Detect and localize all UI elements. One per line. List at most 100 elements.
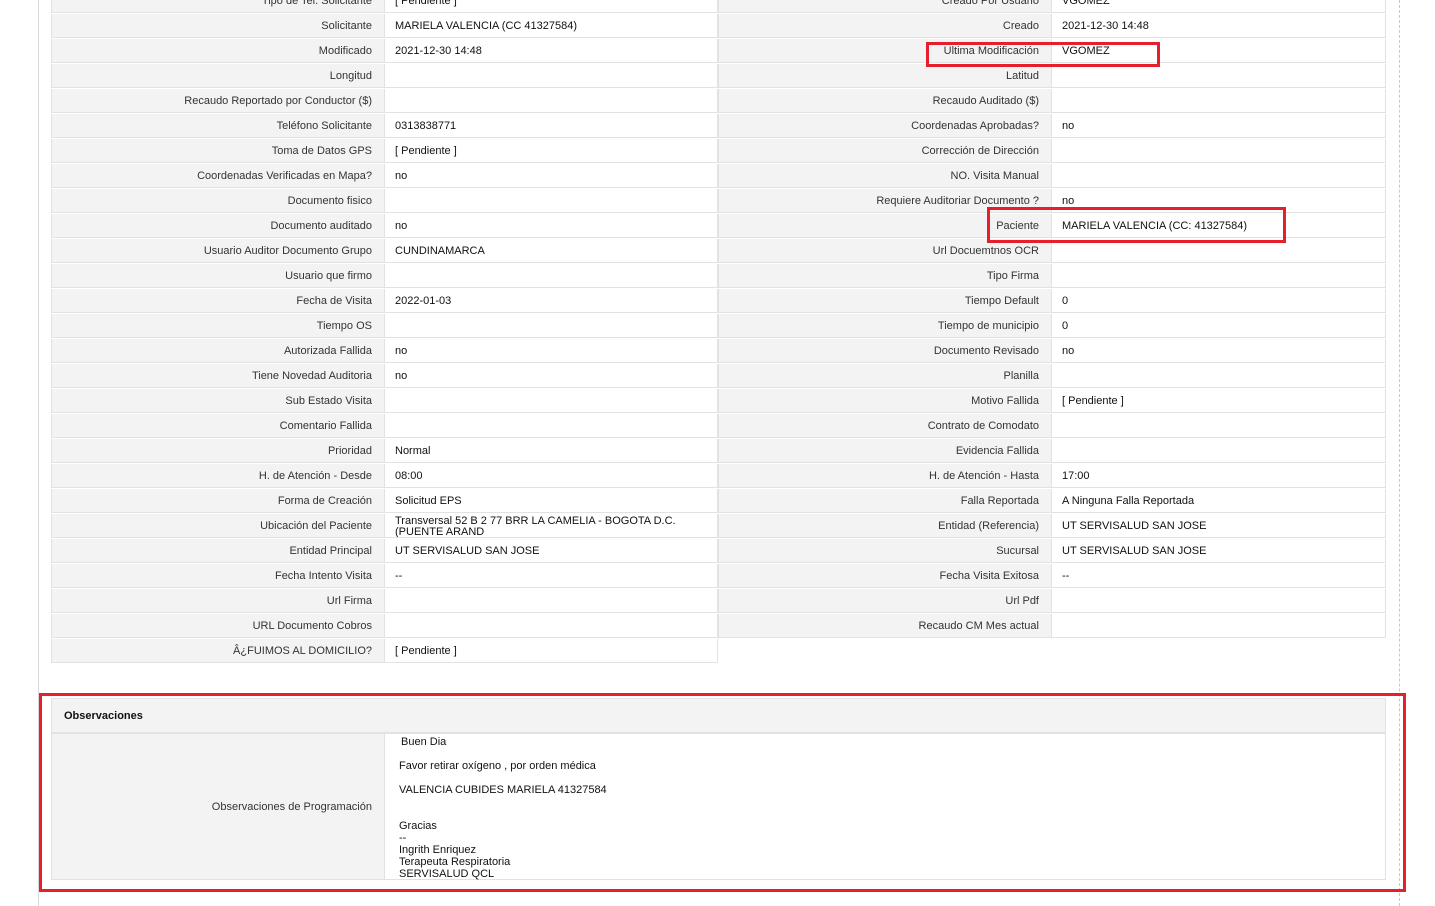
- field-label-modificado: Modificado: [51, 39, 385, 63]
- field-value-entidad-referencia: UT SERVISALUD SAN JOSE: [1052, 514, 1386, 538]
- field-value-modificado: 2021-12-30 14:48: [385, 39, 718, 63]
- table-row: Forma de Creación Solicitud EPS Falla Repo…: [51, 489, 1386, 514]
- field-label-creado-por-usuario: Creado Por Usuario: [718, 0, 1052, 13]
- field-value-h-de-atencio-n-hasta: 17:00: [1052, 464, 1386, 488]
- field-value-entidad-principal: UT SERVISALUD SAN JOSE: [385, 539, 718, 563]
- table-row: Usuario que firmo Tipo Firma: [51, 264, 1386, 289]
- field-value-correccio-n-de-direccio-n: [1052, 139, 1386, 163]
- field-label-planilla: Planilla: [718, 364, 1052, 388]
- field-label-a-fuimos-al-domicilio: Â¿FUIMOS AL DOMICILIO?: [51, 639, 385, 663]
- field-label-tiempo-default: Tiempo Default: [718, 289, 1052, 313]
- field-value-creado-por-usuario: VGOMEZ: [1052, 0, 1386, 13]
- field-label-coordenadas-verificadas-en-mapa: Coordenadas Verificadas en Mapa?: [51, 164, 385, 188]
- field-label-creado: Creado: [718, 14, 1052, 38]
- table-row: Longitud Latitud: [51, 64, 1386, 89]
- field-label-forma-de-creacio-n: Forma de Creación: [51, 489, 385, 513]
- field-value-tele-fono-solicitante: 0313838771: [385, 114, 718, 138]
- field-value-sucursal: UT SERVISALUD SAN JOSE: [1052, 539, 1386, 563]
- field-label-no-visita-manual: NO. Visita Manual: [718, 164, 1052, 188]
- field-value-recaudo-cm-mes-actual: [1052, 614, 1386, 638]
- table-row: Recaudo Reportado por Conductor ($) Recau…: [51, 89, 1386, 114]
- field-label-longitud: Longitud: [51, 64, 385, 88]
- field-label-h-de-atencio-n-desde: H. de Atención - Desde: [51, 464, 385, 488]
- field-label-entidad-principal: Entidad Principal: [51, 539, 385, 563]
- field-label-recaudo-reportado-por-conductor: Recaudo Reportado por Conductor ($): [51, 89, 385, 113]
- field-label-fecha-visita-exitosa: Fecha Visita Exitosa: [718, 564, 1052, 588]
- table-row: Â¿FUIMOS AL DOMICILIO?[ Pendiente ]: [51, 639, 1386, 664]
- field-value-recaudo-auditado: [1052, 89, 1386, 113]
- field-value-usuario-auditor-documento-grupo: CUNDINAMARCA: [385, 239, 718, 263]
- field-value-url-firma: [385, 589, 718, 613]
- field-value-tiempo-os: [385, 314, 718, 338]
- highlight-observaciones: [39, 693, 1406, 892]
- highlight-paciente: [987, 207, 1286, 243]
- field-label-correccio-n-de-direccio-n: Corrección de Dirección: [718, 139, 1052, 163]
- table-row: Entidad Principal UT SERVISALUD SAN JOSE S…: [51, 539, 1386, 564]
- field-label-latitud: Latitud: [718, 64, 1052, 88]
- field-label-evidencia-fallida: Evidencia Fallida: [718, 439, 1052, 463]
- field-label-tele-fono-solicitante: Teléfono Solicitante: [51, 114, 385, 138]
- field-value-planilla: [1052, 364, 1386, 388]
- table-row: Tiempo OS Tiempo de municipio 0: [51, 314, 1386, 339]
- field-value-prioridad: Normal: [385, 439, 718, 463]
- field-label-url-documento-cobros: URL Documento Cobros: [51, 614, 385, 638]
- field-label-tiempo-os: Tiempo OS: [51, 314, 385, 338]
- field-value-usuario-que-firmo: [385, 264, 718, 288]
- field-value-a-fuimos-al-domicilio: [ Pendiente ]: [385, 639, 718, 663]
- details-table: Tipo de Tel. Solicitante [ Pendiente ] Cre…: [51, 0, 1386, 664]
- field-value-tiene-novedad-auditoria: no: [385, 364, 718, 388]
- field-label-fecha-de-visita: Fecha de Visita: [51, 289, 385, 313]
- field-label-autorizada-fallida: Autorizada Fallida: [51, 339, 385, 363]
- field-label-usuario-que-firmo: Usuario que firmo: [51, 264, 385, 288]
- field-value-forma-de-creacio-n: Solicitud EPS: [385, 489, 718, 513]
- field-label-tiene-novedad-auditoria: Tiene Novedad Auditoria: [51, 364, 385, 388]
- field-label-tiempo-de-municipio: Tiempo de municipio: [718, 314, 1052, 338]
- table-row: Solicitante MARIELA VALENCIA (CC 41327584…: [51, 14, 1386, 39]
- table-row: Teléfono Solicitante 0313838771 Coordenada…: [51, 114, 1386, 139]
- table-row: H. de Atención - Desde 08:00 H. de Atenció…: [51, 464, 1386, 489]
- field-label-tipo-de-tel-solicitante: Tipo de Tel. Solicitante: [51, 0, 385, 13]
- table-row: Autorizada Fallida no Documento Revisado …: [51, 339, 1386, 364]
- table-row: Fecha de Visita 2022-01-03 Tiempo Default…: [51, 289, 1386, 314]
- field-value-url-documento-cobros: [385, 614, 718, 638]
- field-value-documento-auditado: no: [385, 214, 718, 238]
- field-value-ubicacio-n-del-paciente: Transversal 52 B 2 77 BRR LA CAMELIA - B…: [385, 514, 718, 538]
- field-label-documento-fisico: Documento fisico: [51, 189, 385, 213]
- field-value-comentario-fallida: [385, 414, 718, 438]
- field-label-url-pdf: Url Pdf: [718, 589, 1052, 613]
- field-value-toma-de-datos-gps: [ Pendiente ]: [385, 139, 718, 163]
- field-value-longitud: [385, 64, 718, 88]
- field-value-motivo-fallida: [ Pendiente ]: [1052, 389, 1386, 413]
- field-value-evidencia-fallida: [1052, 439, 1386, 463]
- table-row: Comentario Fallida Contrato de Comodato: [51, 414, 1386, 439]
- table-row: Modificado 2021-12-30 14:48 Ultima Modific…: [51, 39, 1386, 64]
- field-label-tipo-firma: Tipo Firma: [718, 264, 1052, 288]
- field-value-latitud: [1052, 64, 1386, 88]
- table-row: Sub Estado Visita Motivo Fallida[ Pendien…: [51, 389, 1386, 414]
- field-label-documento-auditado: Documento auditado: [51, 214, 385, 238]
- field-label-contrato-de-comodato: Contrato de Comodato: [718, 414, 1052, 438]
- field-value-documento-fisico: [385, 189, 718, 213]
- field-value-tipo-firma: [1052, 264, 1386, 288]
- field-label-recaudo-cm-mes-actual: Recaudo CM Mes actual: [718, 614, 1052, 638]
- field-value-falla-reportada: A Ninguna Falla Reportada: [1052, 489, 1386, 513]
- field-value-documento-revisado: no: [1052, 339, 1386, 363]
- field-label-ubicacio-n-del-paciente: Ubicación del Paciente: [51, 514, 385, 538]
- field-label-coordenadas-aprobadas: Coordenadas Aprobadas?: [718, 114, 1052, 138]
- table-row: Prioridad Normal Evidencia Fallida: [51, 439, 1386, 464]
- field-label-fecha-intento-visita: Fecha Intento Visita: [51, 564, 385, 588]
- field-label-falla-reportada: Falla Reportada: [718, 489, 1052, 513]
- field-label-sucursal: Sucursal: [718, 539, 1052, 563]
- table-row: Ubicación del Paciente Transversal 52 B 2…: [51, 514, 1386, 539]
- field-value-coordenadas-verificadas-en-mapa: no: [385, 164, 718, 188]
- field-label-documento-revisado: Documento Revisado: [718, 339, 1052, 363]
- field-value-autorizada-fallida: no: [385, 339, 718, 363]
- table-row: Tiene Novedad Auditoria no Planilla: [51, 364, 1386, 389]
- field-value-creado: 2021-12-30 14:48: [1052, 14, 1386, 38]
- field-label-motivo-fallida: Motivo Fallida: [718, 389, 1052, 413]
- field-label-prioridad: Prioridad: [51, 439, 385, 463]
- field-value-sub-estado-visita: [385, 389, 718, 413]
- field-value-fecha-de-visita: 2022-01-03: [385, 289, 718, 313]
- field-label-comentario-fallida: Comentario Fallida: [51, 414, 385, 438]
- field-value-h-de-atencio-n-desde: 08:00: [385, 464, 718, 488]
